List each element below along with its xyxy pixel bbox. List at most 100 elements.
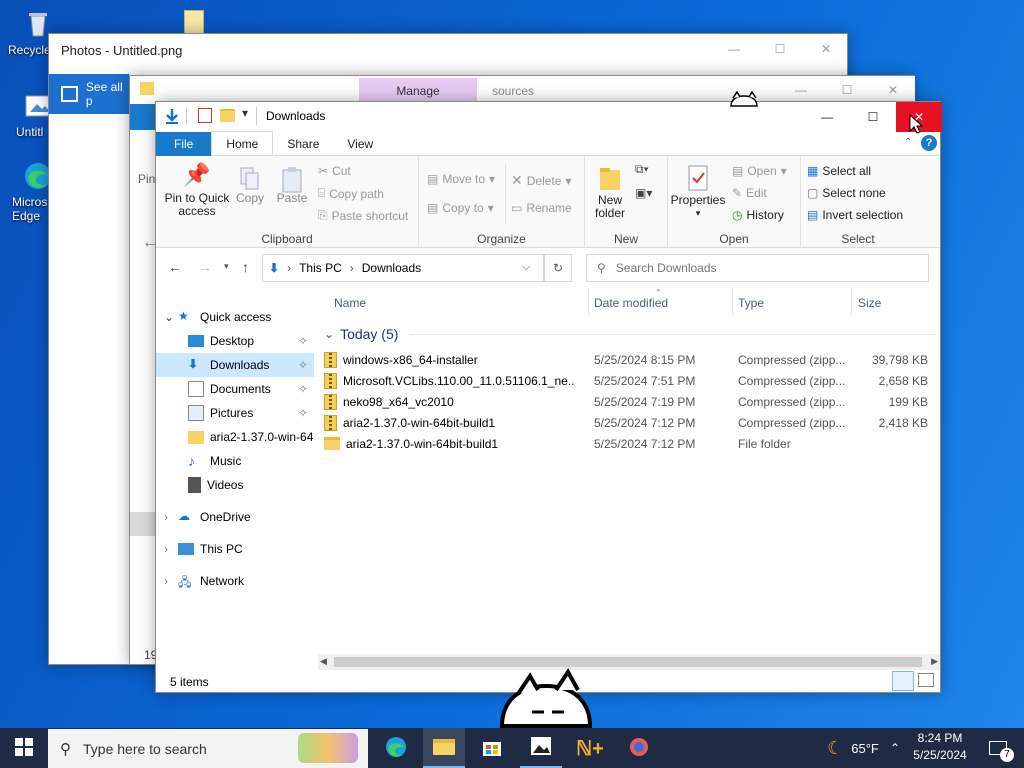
- button-label: Edit: [746, 186, 767, 200]
- easy-access-icon[interactable]: ▣▾: [635, 186, 652, 200]
- start-button[interactable]: [0, 728, 48, 768]
- address-bar[interactable]: ⬇ › This PC › Downloads: [262, 254, 544, 282]
- tab-home[interactable]: Home: [211, 131, 274, 155]
- tab-file[interactable]: File: [156, 132, 212, 156]
- pin-to-quick-access-button[interactable]: 📌 Pin to Quick access: [162, 164, 232, 218]
- horizontal-scrollbar[interactable]: ◀ ▶: [318, 654, 940, 670]
- history-button[interactable]: ◷ History: [732, 208, 784, 222]
- file-date: 5/25/2024 7:19 PM: [594, 394, 696, 409]
- move-to-button[interactable]: ▤ Move to ▾: [427, 172, 495, 186]
- nav-documents[interactable]: Documents ✧: [156, 377, 314, 401]
- file-tab[interactable]: [130, 104, 156, 130]
- file-row[interactable]: aria2-1.37.0-win-64bit-build1 5/25/2024 …: [324, 412, 936, 433]
- notifications-button[interactable]: 7: [978, 728, 1018, 768]
- forward-arrow-icon[interactable]: →: [198, 259, 212, 275]
- nav-desktop[interactable]: Desktop ✧: [156, 329, 314, 353]
- clock[interactable]: 8:24 PM 5/25/2024: [908, 730, 972, 766]
- help-icon[interactable]: ?: [921, 135, 937, 151]
- nav-music[interactable]: ♪ Music: [156, 449, 314, 473]
- column-date-modified[interactable]: Date modified: [594, 296, 668, 310]
- scissors-icon: ✂: [318, 164, 329, 178]
- search-icon: ⚲: [60, 740, 71, 758]
- button-label: Open: [747, 164, 777, 178]
- windows-logo-icon: [15, 737, 33, 759]
- taskbar-search-box[interactable]: ⚲ Type here to search: [48, 729, 368, 768]
- collapse-ribbon-icon[interactable]: ⌃: [904, 137, 912, 148]
- copy-button[interactable]: Copy: [234, 166, 266, 205]
- refresh-icon[interactable]: ↻: [544, 254, 572, 282]
- address-dropdown-icon[interactable]: ⌵: [522, 261, 530, 274]
- rename-button[interactable]: ▭ Rename: [511, 201, 572, 215]
- desktop-file-icon[interactable]: [184, 10, 204, 34]
- select-all-button[interactable]: ▦ Select all: [807, 164, 871, 178]
- copy-path-button[interactable]: ⌸ Copy path: [318, 186, 384, 201]
- scrollbar-thumb[interactable]: [334, 657, 922, 667]
- new-folder-button[interactable]: New folder: [591, 164, 629, 220]
- nav-aria2-folder[interactable]: aria2-1.37.0-win-64l: [156, 425, 314, 449]
- file-row[interactable]: neko98_x64_vc2010 5/25/2024 7:19 PM Comp…: [324, 391, 936, 412]
- download-arrow-icon: ⬇: [188, 357, 199, 371]
- taskbar-store-button[interactable]: [472, 728, 512, 768]
- downloads-explorer-window[interactable]: ▾ Downloads — ☐ ✕ File Home Share View ⌃ ? …: [155, 101, 942, 693]
- taskbar-app-button[interactable]: ℕ+: [570, 728, 610, 768]
- see-all-photos-button[interactable]: See all p: [49, 74, 129, 114]
- nav-downloads[interactable]: ⬇ Downloads ✧: [156, 353, 314, 377]
- nav-network[interactable]: › 🖧 Network: [156, 569, 314, 593]
- maximize-button[interactable]: ☐: [850, 102, 896, 132]
- file-size: 39,798 KB: [871, 352, 928, 367]
- details-view-icon[interactable]: [892, 671, 914, 691]
- file-row[interactable]: Microsoft.VCLibs.110.00_11.0.51106.1_ne.…: [324, 370, 936, 391]
- paste-shortcut-button[interactable]: ⎘ Paste shortcut: [318, 208, 408, 223]
- taskbar-browser-button[interactable]: [618, 728, 660, 768]
- tab-share[interactable]: Share: [273, 132, 333, 156]
- column-name[interactable]: Name: [334, 296, 366, 310]
- show-hidden-icons-icon[interactable]: ⌃: [884, 728, 906, 768]
- back-arrow-icon[interactable]: ←: [168, 259, 182, 275]
- nav-onedrive[interactable]: › ☁ OneDrive: [156, 505, 314, 529]
- file-row[interactable]: windows-x86_64-installer 5/25/2024 8:15 …: [324, 349, 936, 370]
- file-name: aria2-1.37.0-win-64bit-build1: [343, 415, 496, 430]
- properties-button[interactable]: Properties ▾: [670, 164, 726, 220]
- file-row[interactable]: aria2-1.37.0-win-64bit-build1 5/25/2024 …: [324, 433, 936, 454]
- invert-selection-button[interactable]: ▤ Invert selection: [807, 208, 903, 222]
- navigation-bar: ← → ▾ ↑ ⬇ › This PC › Downloads ⌵ ↻ ⚲ Se…: [156, 249, 940, 287]
- properties-quick-icon[interactable]: [198, 108, 212, 123]
- open-button[interactable]: ▤ Open ▾: [732, 164, 787, 178]
- pin-label: Pin: [138, 172, 156, 186]
- recent-locations-icon[interactable]: ▾: [224, 261, 229, 272]
- column-type[interactable]: Type: [738, 296, 764, 310]
- scroll-left-icon[interactable]: ◀: [320, 656, 327, 667]
- copy-to-button[interactable]: ▤ Copy to ▾: [427, 201, 494, 215]
- nav-videos[interactable]: Videos: [156, 473, 314, 497]
- tab-view[interactable]: View: [333, 132, 387, 156]
- large-icons-view-icon[interactable]: [918, 673, 934, 687]
- minimize-button[interactable]: —: [711, 34, 757, 64]
- customize-toolbar-icon[interactable]: ▾: [242, 106, 248, 120]
- edit-button[interactable]: ✎ Edit: [732, 186, 767, 200]
- new-folder-quick-icon[interactable]: [220, 109, 235, 122]
- maximize-button[interactable]: ☐: [757, 34, 803, 64]
- scroll-right-icon[interactable]: ▶: [931, 656, 938, 667]
- taskbar-photos-button[interactable]: [520, 728, 562, 768]
- file-date: 5/25/2024 8:15 PM: [594, 352, 696, 367]
- nav-quick-access[interactable]: ⌄ ★ Quick access: [156, 305, 314, 329]
- delete-button[interactable]: ✕ Delete ▾: [511, 172, 571, 189]
- column-size[interactable]: Size: [858, 296, 881, 310]
- title-bar[interactable]: ▾ Downloads — ☐ ✕: [156, 102, 942, 132]
- breadcrumb-downloads[interactable]: Downloads: [362, 261, 421, 275]
- search-box[interactable]: ⚲ Search Downloads: [586, 254, 929, 282]
- taskbar-file-explorer-button[interactable]: [423, 728, 465, 768]
- cut-button[interactable]: ✂ Cut: [318, 164, 351, 178]
- zip-icon: [324, 372, 337, 389]
- nav-this-pc[interactable]: › This PC: [156, 537, 314, 561]
- new-item-icon[interactable]: ⧉▾: [635, 162, 649, 177]
- paste-button[interactable]: Paste: [274, 166, 310, 205]
- up-arrow-icon[interactable]: ↑: [242, 259, 249, 275]
- nav-pictures[interactable]: Pictures ✧: [156, 401, 314, 425]
- breadcrumb-this-pc[interactable]: This PC: [299, 261, 342, 275]
- group-header[interactable]: ⌄ Today (5): [324, 324, 934, 344]
- select-none-button[interactable]: ▢ Select none: [807, 186, 886, 200]
- minimize-button[interactable]: —: [804, 102, 850, 132]
- taskbar-edge-button[interactable]: [376, 728, 416, 768]
- close-button[interactable]: ✕: [803, 34, 849, 64]
